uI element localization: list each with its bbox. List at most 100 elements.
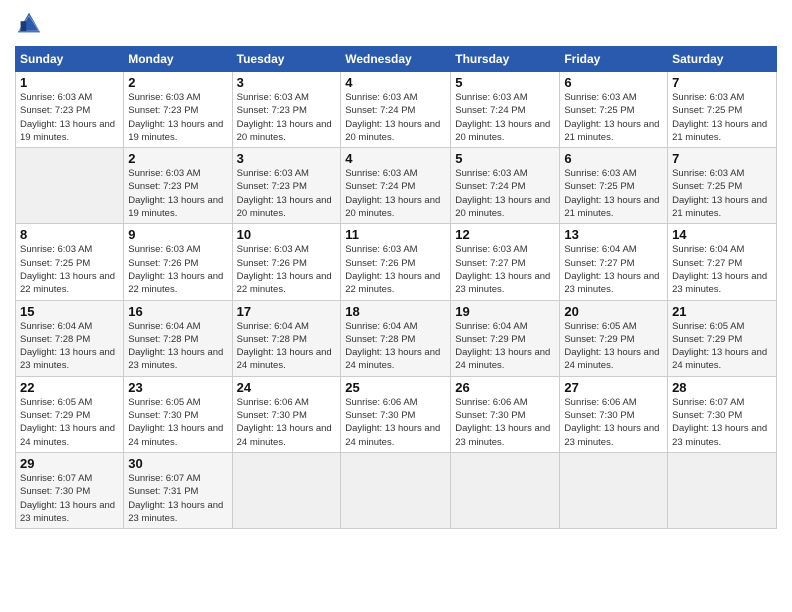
table-row: 19 Sunrise: 6:04 AM Sunset: 7:29 PM Dayli…	[451, 300, 560, 376]
day-info: Sunrise: 6:04 AM Sunset: 7:27 PM Dayligh…	[564, 244, 659, 295]
day-number: 6	[564, 151, 663, 166]
day-number: 30	[128, 456, 227, 471]
day-info: Sunrise: 6:03 AM Sunset: 7:24 PM Dayligh…	[455, 92, 550, 143]
table-row: 6 Sunrise: 6:03 AM Sunset: 7:25 PM Daylig…	[560, 72, 668, 148]
day-info: Sunrise: 6:03 AM Sunset: 7:25 PM Dayligh…	[564, 92, 659, 143]
day-number: 18	[345, 304, 446, 319]
table-row: 25Sunrise: 6:06 AM Sunset: 7:30 PM Dayli…	[341, 376, 451, 452]
day-number: 3	[237, 151, 337, 166]
day-info: Sunrise: 6:06 AM Sunset: 7:30 PM Dayligh…	[455, 397, 550, 448]
day-number: 5	[455, 75, 555, 90]
day-info: Sunrise: 6:05 AM Sunset: 7:30 PM Dayligh…	[128, 397, 223, 448]
day-info: Sunrise: 6:06 AM Sunset: 7:30 PM Dayligh…	[345, 397, 440, 448]
day-info: Sunrise: 6:04 AM Sunset: 7:28 PM Dayligh…	[20, 321, 115, 372]
day-number: 7	[672, 151, 772, 166]
day-number: 2	[128, 75, 227, 90]
table-row: 30 Sunrise: 6:07 AM Sunset: 7:31 PM Dayli…	[124, 452, 232, 528]
calendar-row: 1 Sunrise: 6:03 AM Sunset: 7:23 PM Daylig…	[16, 72, 777, 148]
col-wednesday: Wednesday	[341, 47, 451, 72]
day-info: Sunrise: 6:06 AM Sunset: 7:30 PM Dayligh…	[564, 397, 659, 448]
day-number: 4	[345, 75, 446, 90]
table-row: 10Sunrise: 6:03 AM Sunset: 7:26 PM Dayli…	[232, 224, 341, 300]
table-row: 21Sunrise: 6:05 AM Sunset: 7:29 PM Dayli…	[668, 300, 777, 376]
table-row: 1 Sunrise: 6:03 AM Sunset: 7:23 PM Daylig…	[16, 72, 124, 148]
day-info: Sunrise: 6:03 AM Sunset: 7:24 PM Dayligh…	[345, 168, 440, 219]
day-number: 15	[20, 304, 119, 319]
day-number: 22	[20, 380, 119, 395]
table-row: 4 Sunrise: 6:03 AM Sunset: 7:24 PM Daylig…	[341, 72, 451, 148]
table-row: 12Sunrise: 6:03 AM Sunset: 7:27 PM Dayli…	[451, 224, 560, 300]
day-info: Sunrise: 6:07 AM Sunset: 7:30 PM Dayligh…	[672, 397, 767, 448]
day-info: Sunrise: 6:03 AM Sunset: 7:26 PM Dayligh…	[128, 244, 223, 295]
day-info: Sunrise: 6:03 AM Sunset: 7:23 PM Dayligh…	[20, 92, 115, 143]
table-row: 7 Sunrise: 6:03 AM Sunset: 7:25 PM Daylig…	[668, 148, 777, 224]
table-row: 18Sunrise: 6:04 AM Sunset: 7:28 PM Dayli…	[341, 300, 451, 376]
day-number: 1	[20, 75, 119, 90]
day-info: Sunrise: 6:03 AM Sunset: 7:24 PM Dayligh…	[345, 92, 440, 143]
table-row: 11Sunrise: 6:03 AM Sunset: 7:26 PM Dayli…	[341, 224, 451, 300]
table-row: 24 Sunrise: 6:06 AM Sunset: 7:30 PM Dayli…	[232, 376, 341, 452]
day-number: 8	[20, 227, 119, 242]
table-row: 29 Sunrise: 6:07 AM Sunset: 7:30 PM Dayli…	[16, 452, 124, 528]
day-info: Sunrise: 6:03 AM Sunset: 7:23 PM Dayligh…	[128, 92, 223, 143]
table-row: 13 Sunrise: 6:04 AM Sunset: 7:27 PM Dayli…	[560, 224, 668, 300]
table-row: 8 Sunrise: 6:03 AM Sunset: 7:25 PM Daylig…	[16, 224, 124, 300]
table-row	[16, 148, 124, 224]
day-info: Sunrise: 6:07 AM Sunset: 7:30 PM Dayligh…	[20, 473, 115, 524]
table-row: 16 Sunrise: 6:04 AM Sunset: 7:28 PM Dayli…	[124, 300, 232, 376]
calendar-table: Sunday Monday Tuesday Wednesday Thursday…	[15, 46, 777, 529]
day-number: 26	[455, 380, 555, 395]
day-number: 14	[672, 227, 772, 242]
day-info: Sunrise: 6:05 AM Sunset: 7:29 PM Dayligh…	[20, 397, 115, 448]
day-info: Sunrise: 6:03 AM Sunset: 7:26 PM Dayligh…	[345, 244, 440, 295]
logo	[15, 10, 47, 38]
table-row: 6Sunrise: 6:03 AM Sunset: 7:25 PM Daylig…	[560, 148, 668, 224]
day-number: 27	[564, 380, 663, 395]
day-number: 7	[672, 75, 772, 90]
day-number: 29	[20, 456, 119, 471]
col-monday: Monday	[124, 47, 232, 72]
day-info: Sunrise: 6:06 AM Sunset: 7:30 PM Dayligh…	[237, 397, 332, 448]
table-row: 17Sunrise: 6:04 AM Sunset: 7:28 PM Dayli…	[232, 300, 341, 376]
day-number: 5	[455, 151, 555, 166]
table-row	[341, 452, 451, 528]
table-row	[560, 452, 668, 528]
calendar-row: 22 Sunrise: 6:05 AM Sunset: 7:29 PM Dayli…	[16, 376, 777, 452]
calendar-row: 2Sunrise: 6:03 AM Sunset: 7:23 PM Daylig…	[16, 148, 777, 224]
table-row: 15 Sunrise: 6:04 AM Sunset: 7:28 PM Dayli…	[16, 300, 124, 376]
table-row: 4 Sunrise: 6:03 AM Sunset: 7:24 PM Daylig…	[341, 148, 451, 224]
day-number: 24	[237, 380, 337, 395]
table-row: 5 Sunrise: 6:03 AM Sunset: 7:24 PM Daylig…	[451, 148, 560, 224]
day-number: 21	[672, 304, 772, 319]
table-row: 2Sunrise: 6:03 AM Sunset: 7:23 PM Daylig…	[124, 148, 232, 224]
col-thursday: Thursday	[451, 47, 560, 72]
day-number: 10	[237, 227, 337, 242]
day-info: Sunrise: 6:03 AM Sunset: 7:25 PM Dayligh…	[672, 168, 767, 219]
page: Sunday Monday Tuesday Wednesday Thursday…	[0, 0, 792, 612]
calendar-row: 29 Sunrise: 6:07 AM Sunset: 7:30 PM Dayli…	[16, 452, 777, 528]
day-number: 13	[564, 227, 663, 242]
day-info: Sunrise: 6:04 AM Sunset: 7:27 PM Dayligh…	[672, 244, 767, 295]
day-number: 3	[237, 75, 337, 90]
day-number: 4	[345, 151, 446, 166]
table-row: 3Sunrise: 6:03 AM Sunset: 7:23 PM Daylig…	[232, 148, 341, 224]
table-row: 14 Sunrise: 6:04 AM Sunset: 7:27 PM Dayli…	[668, 224, 777, 300]
day-info: Sunrise: 6:04 AM Sunset: 7:29 PM Dayligh…	[455, 321, 550, 372]
day-number: 20	[564, 304, 663, 319]
day-number: 19	[455, 304, 555, 319]
day-info: Sunrise: 6:07 AM Sunset: 7:31 PM Dayligh…	[128, 473, 223, 524]
day-info: Sunrise: 6:03 AM Sunset: 7:24 PM Dayligh…	[455, 168, 550, 219]
day-number: 6	[564, 75, 663, 90]
day-info: Sunrise: 6:04 AM Sunset: 7:28 PM Dayligh…	[128, 321, 223, 372]
day-number: 9	[128, 227, 227, 242]
table-row: 27 Sunrise: 6:06 AM Sunset: 7:30 PM Dayli…	[560, 376, 668, 452]
day-info: Sunrise: 6:05 AM Sunset: 7:29 PM Dayligh…	[564, 321, 659, 372]
table-row: 26 Sunrise: 6:06 AM Sunset: 7:30 PM Dayli…	[451, 376, 560, 452]
day-info: Sunrise: 6:03 AM Sunset: 7:25 PM Dayligh…	[20, 244, 115, 295]
table-row	[232, 452, 341, 528]
table-row: 22 Sunrise: 6:05 AM Sunset: 7:29 PM Dayli…	[16, 376, 124, 452]
day-number: 16	[128, 304, 227, 319]
table-row	[668, 452, 777, 528]
day-number: 28	[672, 380, 772, 395]
table-row	[451, 452, 560, 528]
